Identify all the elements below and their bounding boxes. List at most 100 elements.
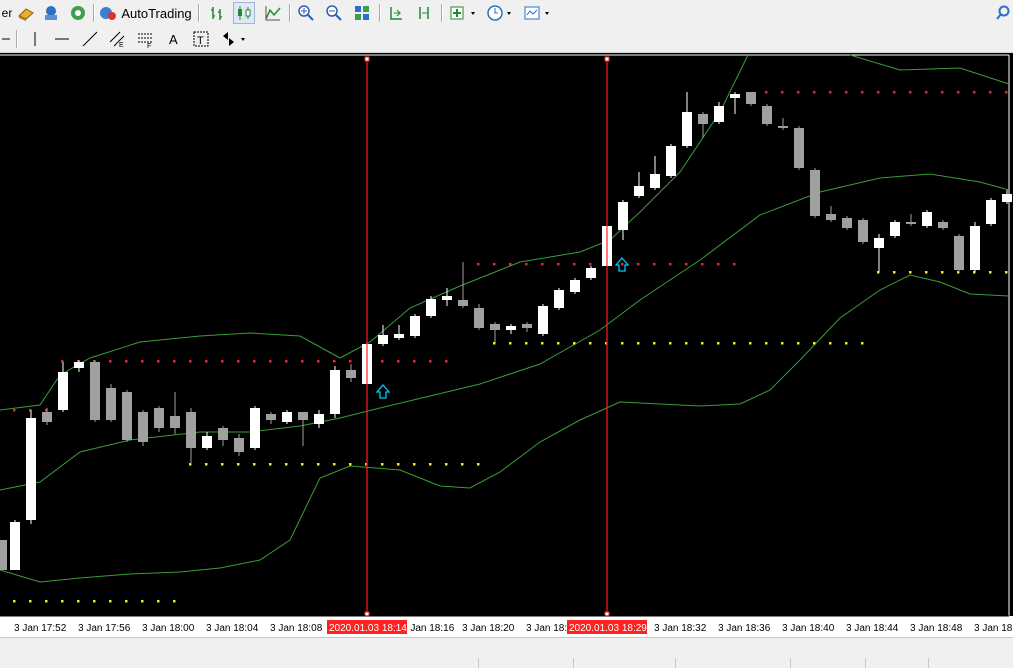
- stop-dot: [861, 342, 864, 345]
- candle-body: [202, 436, 212, 448]
- candle-body: [506, 326, 516, 330]
- templates-dropdown-button[interactable]: [520, 2, 556, 24]
- stop-dot: [989, 271, 992, 274]
- indicators-dropdown-button[interactable]: [446, 2, 482, 24]
- candle-body: [842, 218, 852, 228]
- svg-text:T: T: [197, 35, 204, 47]
- autoscroll-icon[interactable]: [412, 2, 436, 24]
- text-tool-icon[interactable]: A: [163, 28, 185, 50]
- navigator-icon[interactable]: [67, 2, 89, 24]
- candle-body: [122, 392, 132, 440]
- stop-dot: [333, 360, 336, 363]
- candle-body: [954, 236, 964, 270]
- candle-body: [810, 170, 820, 216]
- search-icon[interactable]: [994, 2, 1012, 24]
- equidistant-channel-icon[interactable]: E: [106, 28, 128, 50]
- candle-body: [682, 112, 692, 146]
- stop-dot: [989, 91, 992, 94]
- stop-dot: [221, 360, 224, 363]
- stop-dot: [237, 463, 240, 466]
- stop-dot: [557, 263, 560, 266]
- marker-handle: [604, 611, 610, 617]
- stop-dot: [525, 263, 528, 266]
- candle-body: [474, 308, 484, 328]
- stop-dot: [909, 271, 912, 274]
- candle-body: [0, 540, 7, 570]
- stop-dot: [141, 600, 144, 603]
- stop-dot: [893, 91, 896, 94]
- template-icon: [524, 6, 549, 20]
- candle-body: [282, 412, 292, 422]
- stop-dot: [541, 342, 544, 345]
- toolbar-cut-text: er: [0, 2, 14, 24]
- stop-dot: [861, 91, 864, 94]
- line-chart-icon[interactable]: [261, 2, 285, 24]
- stop-dot: [477, 263, 480, 266]
- stop-dot: [573, 263, 576, 266]
- candle-body: [314, 414, 324, 424]
- stop-dot: [253, 360, 256, 363]
- stop-dot: [157, 600, 160, 603]
- stop-dot: [653, 342, 656, 345]
- stop-dot: [429, 360, 432, 363]
- stop-dot: [749, 342, 752, 345]
- zoom-out-icon[interactable]: [322, 2, 346, 24]
- stop-dot: [685, 263, 688, 266]
- stop-dot: [29, 600, 32, 603]
- stop-dot: [621, 263, 624, 266]
- vertical-line-icon[interactable]: [24, 28, 46, 50]
- text-label-icon[interactable]: T: [190, 28, 212, 50]
- stop-dot: [221, 463, 224, 466]
- bar-chart-icon[interactable]: [205, 2, 229, 24]
- marker-handle: [364, 56, 370, 62]
- time-label: 3 Jan 18:00: [142, 623, 195, 634]
- price-chart[interactable]: 3 Jan 17:52 3 Jan 17:56 3 Jan 18:00 3 Jan 1…: [0, 53, 1013, 637]
- stop-dot: [765, 91, 768, 94]
- candle-body: [170, 416, 180, 428]
- horizontal-line-icon[interactable]: [51, 28, 73, 50]
- chart-plot-area[interactable]: [0, 53, 1013, 616]
- stop-dot: [525, 342, 528, 345]
- stop-dot: [845, 342, 848, 345]
- stop-dot: [957, 91, 960, 94]
- stop-dot: [397, 360, 400, 363]
- candle-body: [394, 334, 404, 338]
- stop-dot: [845, 91, 848, 94]
- stop-dot: [349, 360, 352, 363]
- time-label: 3 Jan 18:20: [462, 623, 515, 634]
- stop-dot: [173, 360, 176, 363]
- stop-dot: [93, 600, 96, 603]
- arrows-dropdown-button[interactable]: [218, 28, 252, 50]
- zoom-in-icon[interactable]: [294, 2, 318, 24]
- trendline-icon[interactable]: [79, 28, 101, 50]
- stop-dot: [189, 360, 192, 363]
- stop-dot: [893, 271, 896, 274]
- stop-dot: [317, 360, 320, 363]
- chart-shift-icon[interactable]: [384, 2, 408, 24]
- autotrading-button[interactable]: AutoTrading: [97, 2, 193, 24]
- fibonacci-icon[interactable]: F: [134, 28, 156, 50]
- time-label: 3 Jan 18:16: [402, 623, 455, 634]
- tile-windows-icon[interactable]: [350, 2, 374, 24]
- data-window-icon[interactable]: [40, 2, 62, 24]
- stop-dot: [925, 91, 928, 94]
- cursor-icon[interactable]: [0, 28, 12, 50]
- stop-dot: [413, 463, 416, 466]
- stop-dot: [717, 342, 720, 345]
- candlestick-chart-icon[interactable]: [233, 2, 255, 24]
- time-label: 3 Jan 18:36: [718, 623, 771, 634]
- stop-dot: [509, 263, 512, 266]
- stop-dot: [397, 463, 400, 466]
- candle-body: [650, 174, 660, 188]
- candle-body: [762, 106, 772, 124]
- stop-dot: [973, 91, 976, 94]
- periods-dropdown-button[interactable]: [484, 2, 518, 24]
- stop-dot: [461, 463, 464, 466]
- candle-body: [42, 412, 52, 422]
- market-watch-icon[interactable]: [15, 2, 37, 24]
- candle-body: [698, 114, 708, 124]
- stop-dot: [269, 360, 272, 363]
- candle-body: [554, 290, 564, 308]
- add-indicator-icon: [450, 6, 475, 20]
- time-label: 3 Jan 18:48: [910, 623, 963, 634]
